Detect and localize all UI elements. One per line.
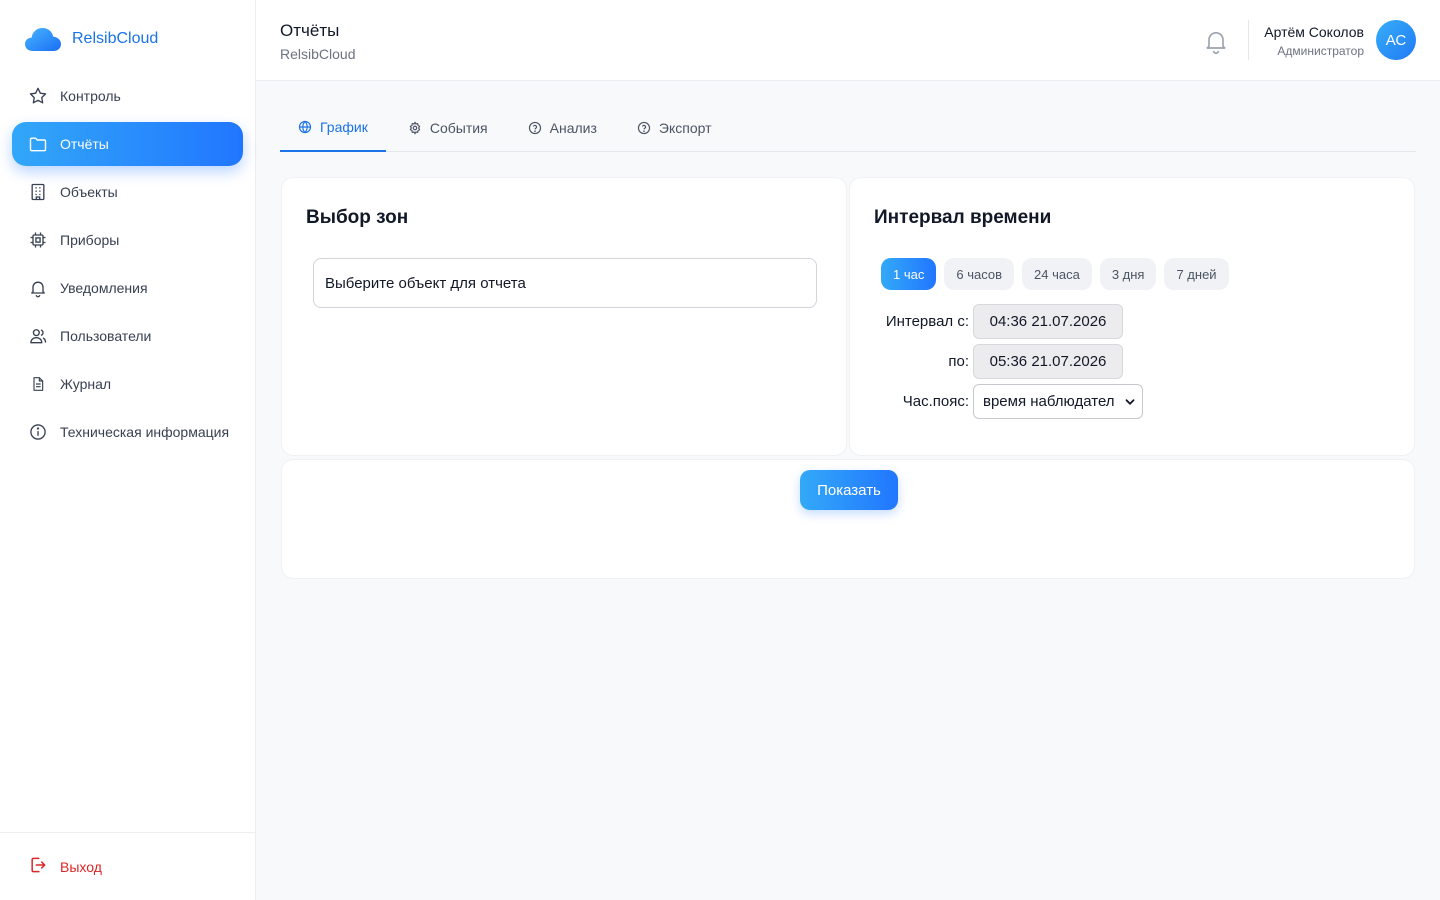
sidebar-item-label: Пользователи	[60, 328, 152, 344]
sidebar-item-label: Приборы	[60, 232, 120, 248]
sidebar-item-control[interactable]: Контроль	[12, 74, 243, 118]
preset-3d-button[interactable]: 3 дня	[1099, 258, 1157, 290]
tab-label: Экспорт	[658, 120, 712, 136]
users-icon	[28, 326, 48, 346]
tab-label: График	[320, 119, 368, 135]
info-icon	[28, 422, 48, 442]
sidebar-item-label: Контроль	[60, 88, 121, 104]
document-icon	[28, 374, 48, 394]
preset-6h-button[interactable]: 6 часов	[944, 258, 1014, 290]
bell-icon	[1206, 32, 1226, 55]
tab-label: События	[429, 120, 488, 136]
help-circle-icon	[637, 121, 651, 135]
sidebar-footer: Выход	[0, 832, 255, 900]
header-divider	[1248, 20, 1249, 60]
sidebar-item-notifications[interactable]: Уведомления	[12, 266, 243, 310]
sidebar-item-devices[interactable]: Приборы	[12, 218, 243, 262]
interval-to-label: по:	[948, 353, 969, 370]
actions-card: Показать	[281, 459, 1415, 579]
sidebar-item-users[interactable]: Пользователи	[12, 314, 243, 358]
show-button[interactable]: Показать	[800, 470, 898, 510]
interval-to-field[interactable]: 05:36 21.07.2026	[973, 344, 1123, 379]
brand[interactable]: RelsibCloud	[24, 24, 158, 54]
preset-24h-button[interactable]: 24 часа	[1022, 258, 1092, 290]
preset-1h-button[interactable]: 1 час	[881, 258, 937, 290]
sidebar-item-label: Уведомления	[60, 280, 148, 296]
sidebar-item-reports[interactable]: Отчёты	[12, 122, 243, 166]
logout-icon	[28, 855, 48, 878]
report-tabs: График События Анализ Экспорт	[280, 104, 1416, 152]
sidebar-nav: Контроль Отчёты Объекты Приборы Уведомле…	[12, 74, 243, 458]
sidebar-item-objects[interactable]: Объекты	[12, 170, 243, 214]
logout-label: Выход	[60, 858, 102, 875]
page-title: Отчёты	[280, 21, 340, 40]
globe-icon	[298, 120, 312, 134]
sidebar-item-label: Журнал	[60, 376, 112, 392]
cloud-icon	[25, 28, 61, 51]
folder-icon	[28, 134, 48, 154]
sidebar-item-label: Объекты	[60, 184, 118, 200]
brand-name: RelsibCloud	[72, 30, 159, 47]
user-name: Артём Соколов	[1264, 24, 1364, 40]
tab-analysis[interactable]: Анализ	[510, 104, 615, 152]
chip-icon	[28, 230, 48, 250]
timezone-select[interactable]: время наблюдател	[973, 384, 1143, 419]
bell-icon	[28, 278, 48, 298]
interval-title: Интервал времени	[874, 207, 1052, 228]
sidebar-item-label: Отчёты	[60, 136, 109, 152]
sidebar-item-tech-info[interactable]: Техническая информация	[12, 410, 243, 454]
help-circle-icon	[528, 121, 542, 135]
logout-button[interactable]: Выход	[28, 855, 102, 878]
interval-from-field[interactable]: 04:36 21.07.2026	[973, 304, 1123, 339]
star-icon	[28, 86, 48, 106]
avatar[interactable]: АС	[1376, 20, 1416, 60]
notifications-button[interactable]	[1202, 27, 1230, 55]
tab-export[interactable]: Экспорт	[619, 104, 730, 152]
chevron-down-icon	[1125, 399, 1135, 405]
sidebar: RelsibCloud Контроль Отчёты Объекты Приб…	[0, 0, 256, 900]
interval-card: Интервал времени 1 час 6 часов 24 часа 3…	[849, 177, 1415, 456]
object-select[interactable]: Выберите объект для отчета	[313, 258, 817, 308]
preset-7d-button[interactable]: 7 дней	[1164, 258, 1229, 290]
user-role: Администратор	[1277, 44, 1364, 58]
zones-card: Выбор зон Выберите объект для отчета	[281, 177, 847, 456]
timezone-value: время наблюдател	[983, 393, 1115, 410]
page-subtitle: RelsibCloud	[280, 46, 356, 62]
sidebar-item-journal[interactable]: Журнал	[12, 362, 243, 406]
sidebar-item-label: Техническая информация	[60, 424, 230, 440]
interval-from-label: Интервал с:	[885, 313, 969, 330]
tab-events[interactable]: События	[390, 104, 506, 152]
interval-presets: 1 час 6 часов 24 часа 3 дня 7 дней	[881, 258, 1229, 290]
tab-chart[interactable]: График	[280, 104, 386, 152]
zones-title: Выбор зон	[306, 207, 409, 228]
timezone-label: Час.пояс:	[902, 393, 969, 410]
gear-icon	[408, 121, 422, 135]
top-header: Отчёты RelsibCloud Артём Соколов Админис…	[256, 0, 1440, 81]
tab-label: Анализ	[549, 120, 597, 136]
building-icon	[28, 182, 48, 202]
